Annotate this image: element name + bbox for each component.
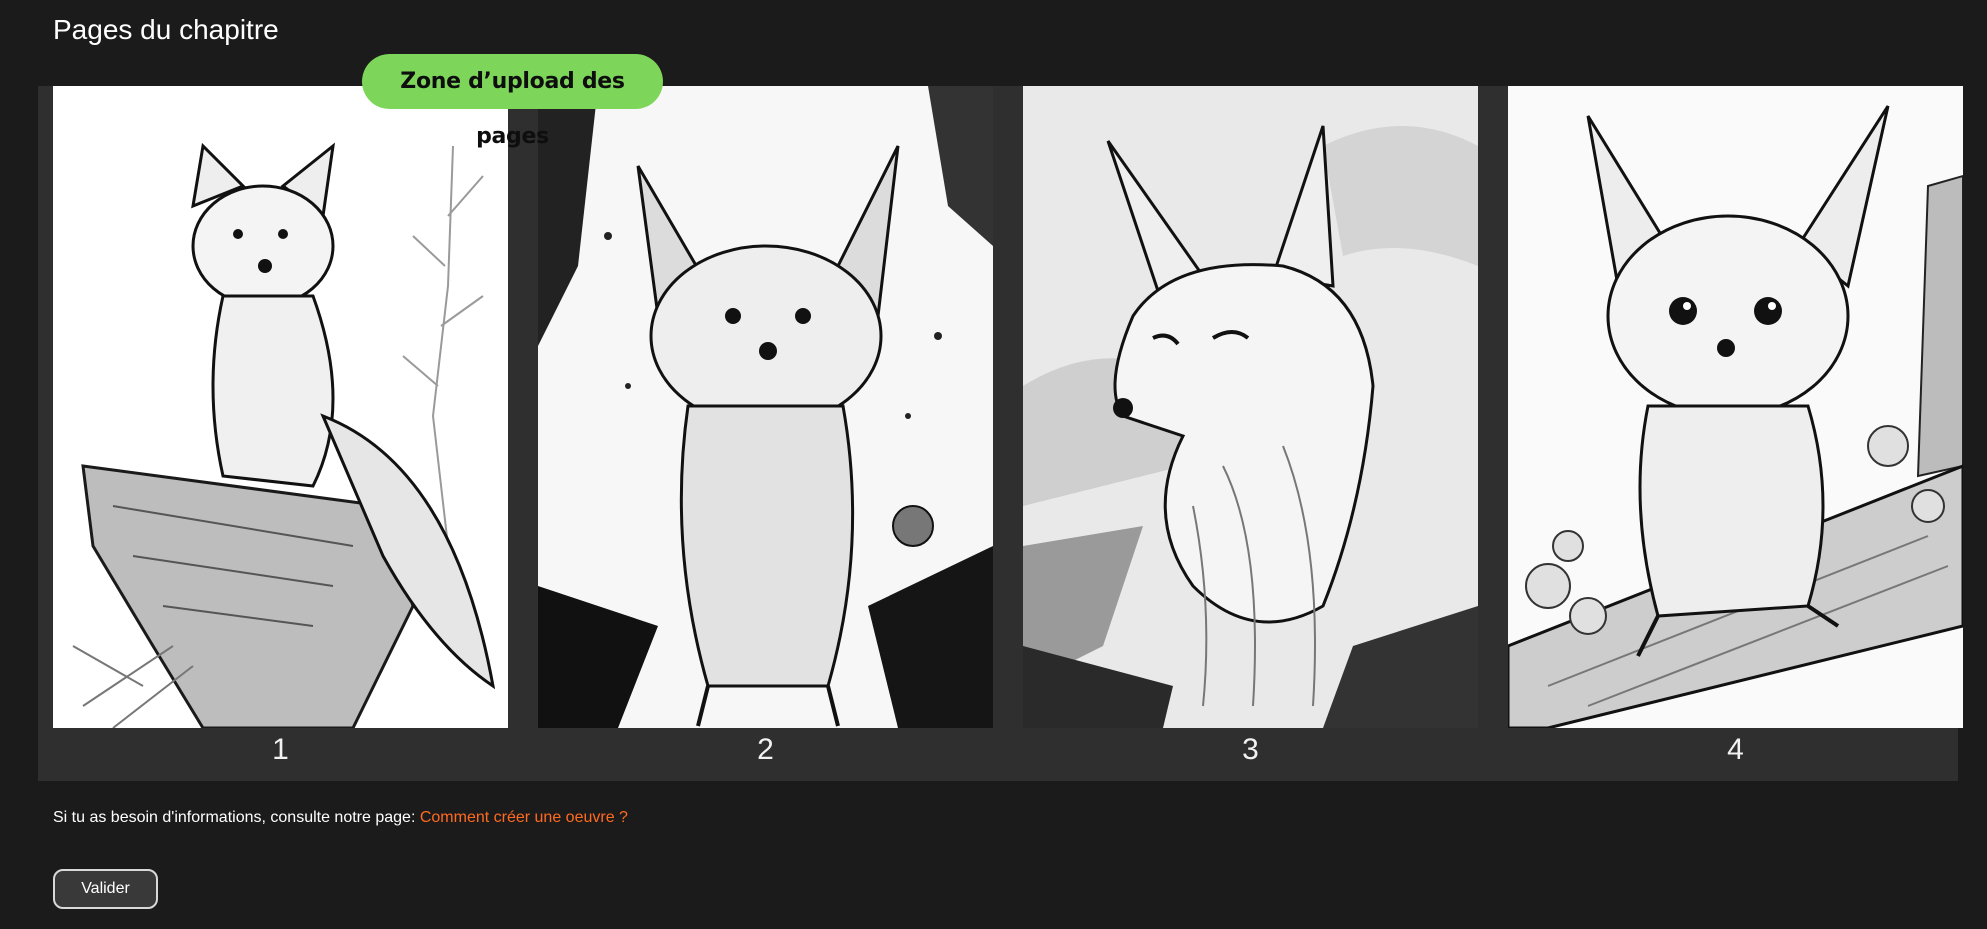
page-thumbnail-card[interactable]: 2 [538,86,993,767]
page-image-sitting-fox[interactable] [53,86,508,728]
page-image-fox-portrait[interactable] [1023,86,1478,728]
page-thumbnail-card[interactable]: 1 [53,86,508,767]
page-image-standing-fox[interactable] [538,86,993,728]
page-thumbnail-card[interactable]: 4 [1508,86,1963,767]
how-to-create-link[interactable]: Comment créer une oeuvre ? [420,809,628,826]
upload-zone-badge: Zone d’upload des pages [362,54,663,149]
page-number: 4 [1727,733,1744,766]
page-thumbnail-card[interactable]: 3 [1023,86,1478,767]
page-number: 3 [1242,733,1259,766]
page-upload-zone[interactable]: 1 2 3 4 [38,86,1963,781]
page-number: 2 [757,733,774,766]
page-image-fox-cub[interactable] [1508,86,1963,728]
page-title: Pages du chapitre [53,14,279,45]
pages-list: 1 2 3 4 [53,86,1963,767]
help-info-text: Si tu as besoin d'informations, consulte… [53,809,420,826]
validate-button[interactable]: Valider [53,869,158,909]
page-number: 1 [272,733,289,766]
help-info-line: Si tu as besoin d'informations, consulte… [53,806,628,830]
